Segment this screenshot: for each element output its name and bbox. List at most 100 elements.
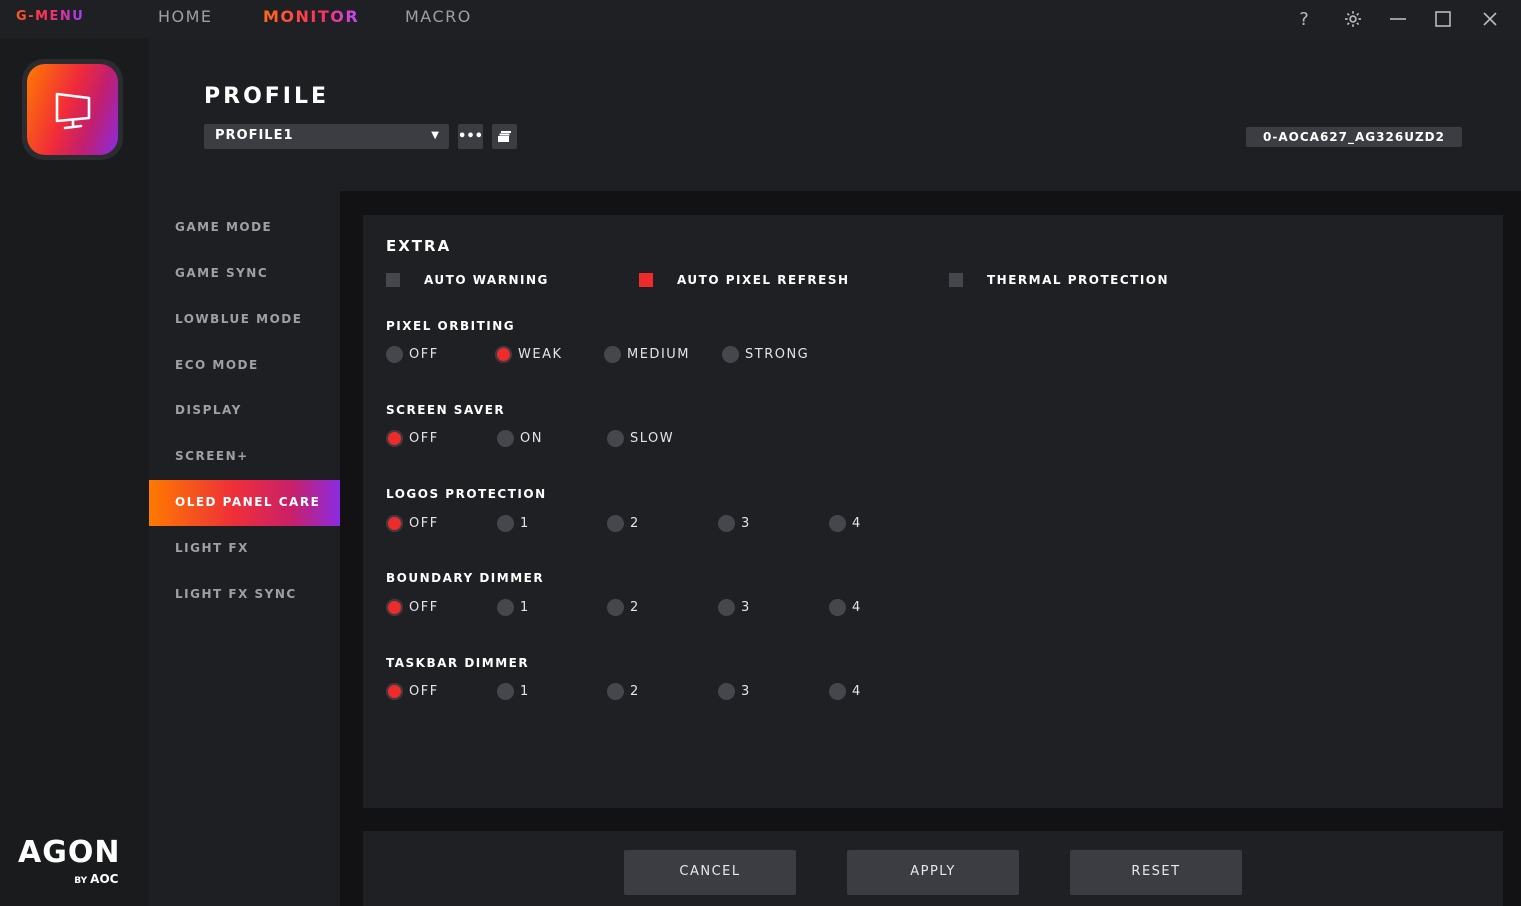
radio-label: OFF: [409, 347, 439, 362]
cancel-button[interactable]: CANCEL: [624, 850, 796, 895]
nav-macro[interactable]: MACRO: [405, 7, 472, 26]
radio-dot: [718, 683, 735, 700]
logos-protection-3[interactable]: 3: [718, 515, 751, 532]
radio-label: 2: [630, 516, 640, 531]
screen-saver-off[interactable]: OFF: [386, 430, 439, 447]
menu-item-lowblue-mode[interactable]: LOWBLUE MODE: [149, 297, 340, 343]
checkbox-label: THERMAL PROTECTION: [987, 273, 1170, 287]
taskbar-dimmer-1[interactable]: 1: [497, 683, 530, 700]
logos-protection-off[interactable]: OFF: [386, 515, 439, 532]
radio-label: 2: [630, 684, 640, 699]
reset-button[interactable]: RESET: [1070, 850, 1242, 895]
menu-item-light-fx[interactable]: LIGHT FX: [149, 526, 340, 572]
logos-protection-1[interactable]: 1: [497, 515, 530, 532]
checkbox-box: [639, 273, 653, 287]
close-glyph: [1483, 12, 1497, 26]
radio-label: 4: [852, 684, 862, 699]
radio-label: OFF: [409, 684, 439, 699]
screen-saver-slow[interactable]: SLOW: [607, 430, 674, 447]
logos-protection-4[interactable]: 4: [829, 515, 862, 532]
radio-dot: [386, 599, 403, 616]
extra-title: EXTRA: [386, 237, 452, 255]
radio-dot: [829, 599, 846, 616]
taskbar-dimmer-2[interactable]: 2: [607, 683, 640, 700]
pixel-orbiting-weak[interactable]: WEAK: [495, 346, 563, 363]
radio-label: OFF: [409, 600, 439, 615]
maximize-icon[interactable]: [1430, 6, 1456, 32]
radio-dot: [607, 430, 624, 447]
radio-dot: [386, 346, 403, 363]
nav-home[interactable]: HOME: [158, 7, 213, 26]
boundary-dimmer-title: BOUNDARY DIMMER: [386, 571, 545, 585]
screen-saver-title: SCREEN SAVER: [386, 403, 506, 417]
radio-dot: [718, 515, 735, 532]
pixel-orbiting-off[interactable]: OFF: [386, 346, 439, 363]
boundary-dimmer-3[interactable]: 3: [718, 599, 751, 616]
menu-item-game-mode[interactable]: GAME MODE: [149, 205, 340, 251]
app-brand: G-MENU: [16, 9, 85, 24]
more-icon: •••: [458, 129, 483, 144]
agon-wordmark: AGON: [18, 835, 121, 870]
radio-dot: [829, 683, 846, 700]
minimize-icon[interactable]: [1385, 6, 1411, 32]
profile-header: PROFILE PROFILE1 ▼ ••• 0-AOCA627_AG326UZ…: [149, 38, 1521, 191]
radio-dot: [718, 599, 735, 616]
help-icon[interactable]: ?: [1291, 6, 1317, 32]
aoc-label: AOC: [90, 872, 119, 886]
title-bar: G-MENU HOME MONITOR MACRO ?: [0, 0, 1521, 38]
radio-label: OFF: [409, 431, 439, 446]
menu-item-screen-plus[interactable]: SCREEN+: [149, 434, 340, 480]
gear-icon[interactable]: [1340, 6, 1366, 32]
radio-dot: [829, 515, 846, 532]
menu-item-light-fx-sync[interactable]: LIGHT FX SYNC: [149, 572, 340, 618]
taskbar-dimmer-off[interactable]: OFF: [386, 683, 439, 700]
screen-saver-on[interactable]: ON: [497, 430, 543, 447]
logos-protection-2[interactable]: 2: [607, 515, 640, 532]
pixel-orbiting-medium[interactable]: MEDIUM: [604, 346, 690, 363]
minimize-glyph: [1390, 18, 1406, 20]
thermal-protection-checkbox[interactable]: THERMAL PROTECTION: [949, 273, 1169, 287]
auto-pixel-refresh-checkbox[interactable]: AUTO PIXEL REFRESH: [639, 273, 850, 287]
boundary-dimmer-2[interactable]: 2: [607, 599, 640, 616]
radio-label: WEAK: [518, 347, 563, 362]
auto-warning-checkbox[interactable]: AUTO WARNING: [386, 273, 549, 287]
menu-item-eco-mode[interactable]: ECO MODE: [149, 343, 340, 389]
radio-label: ON: [520, 431, 543, 446]
gear-glyph: [1345, 11, 1361, 27]
stack-icon: [498, 131, 511, 142]
logos-protection-title: LOGOS PROTECTION: [386, 487, 547, 501]
checkbox-box: [949, 273, 963, 287]
menu-item-oled-panel-care[interactable]: OLED PANEL CARE: [149, 480, 340, 526]
save-profile-button[interactable]: [492, 124, 517, 149]
more-options-button[interactable]: •••: [458, 124, 483, 149]
radio-label: 1: [520, 516, 530, 531]
help-glyph: ?: [1299, 8, 1309, 30]
chevron-down-icon: ▼: [431, 130, 440, 141]
menu-item-display[interactable]: DISPLAY: [149, 388, 340, 434]
left-rail: AGON BY AOC: [0, 38, 149, 906]
radio-label: MEDIUM: [627, 347, 691, 362]
taskbar-dimmer-4[interactable]: 4: [829, 683, 862, 700]
radio-label: 3: [741, 600, 751, 615]
by-aoc: BY AOC: [74, 872, 118, 886]
boundary-dimmer-off[interactable]: OFF: [386, 599, 439, 616]
pixel-orbiting-strong[interactable]: STRONG: [722, 346, 809, 363]
radio-dot: [386, 683, 403, 700]
taskbar-dimmer-3[interactable]: 3: [718, 683, 751, 700]
profile-dropdown[interactable]: PROFILE1 ▼: [204, 124, 449, 149]
close-icon[interactable]: [1477, 6, 1503, 32]
radio-label: 4: [852, 600, 862, 615]
boundary-dimmer-4[interactable]: 4: [829, 599, 862, 616]
radio-dot: [604, 346, 621, 363]
apply-button[interactable]: APPLY: [847, 850, 1019, 895]
radio-dot: [497, 430, 514, 447]
action-bar: CANCEL APPLY RESET: [363, 831, 1503, 906]
radio-dot: [497, 683, 514, 700]
menu-item-game-sync[interactable]: GAME SYNC: [149, 251, 340, 297]
nav-monitor[interactable]: MONITOR: [263, 7, 359, 26]
radio-dot: [607, 515, 624, 532]
monitor-icon: [27, 64, 118, 155]
radio-label: 1: [520, 684, 530, 699]
side-menu: GAME MODE GAME SYNC LOWBLUE MODE ECO MOD…: [149, 191, 340, 906]
boundary-dimmer-1[interactable]: 1: [497, 599, 530, 616]
